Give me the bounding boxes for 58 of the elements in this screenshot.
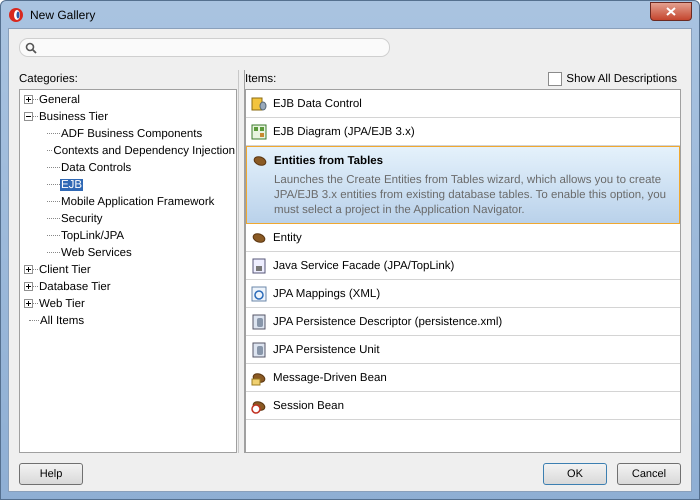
item-label: Entities from Tables <box>274 154 384 166</box>
close-icon <box>666 7 676 16</box>
tree-item[interactable]: Mobile Application Framework <box>60 196 216 208</box>
tree-item[interactable]: General <box>38 94 81 106</box>
diagram-icon <box>251 124 267 140</box>
ok-button[interactable]: OK <box>543 463 607 485</box>
categories-label: Categories: <box>19 72 78 84</box>
at-sign-icon <box>251 286 267 302</box>
expand-icon[interactable] <box>24 95 33 104</box>
gallery-item[interactable]: JPA Mappings (XML) <box>246 280 680 308</box>
tree-item[interactable]: Security <box>60 212 104 224</box>
app-logo-icon <box>8 6 24 22</box>
item-label: Entity <box>273 232 302 244</box>
tree-item[interactable]: EJB <box>60 178 84 190</box>
collapse-icon[interactable] <box>24 112 33 121</box>
gallery-item[interactable]: JPA Persistence Descriptor (persistence.xml) <box>246 308 680 336</box>
database-icon <box>251 342 267 358</box>
folder-database-icon <box>251 96 267 112</box>
tree-item[interactable]: TopLink/JPA <box>60 230 126 242</box>
database-icon <box>251 314 267 330</box>
tree-item[interactable]: Contexts and Dependency Injection <box>52 144 236 156</box>
help-button[interactable]: Help <box>19 463 83 485</box>
tree-item[interactable]: Web Services <box>60 246 133 258</box>
cup-icon <box>251 258 267 274</box>
expand-icon[interactable] <box>24 265 33 274</box>
gallery-item[interactable] <box>246 146 680 224</box>
expand-icon[interactable] <box>24 282 33 291</box>
tree-item[interactable]: Client Tier <box>38 264 92 276</box>
tree-item[interactable]: All Items <box>39 314 86 326</box>
tree-item[interactable]: Web Tier <box>38 298 86 310</box>
expand-icon[interactable] <box>24 299 33 308</box>
gallery-item[interactable]: Entity <box>246 224 680 252</box>
gallery-item[interactable]: Message-Driven Bean <box>246 364 680 392</box>
gallery-item[interactable]: Session Bean <box>246 392 680 420</box>
tree-item[interactable]: Business Tier <box>38 110 110 122</box>
search-icon <box>25 42 37 54</box>
items-label: Items: <box>245 72 276 84</box>
gallery-item[interactable]: EJB Data Control <box>246 90 680 118</box>
item-label: Java Service Facade (JPA/TopLink) <box>273 260 454 272</box>
item-label: JPA Mappings (XML) <box>273 288 380 300</box>
item-label: Session Bean <box>273 400 344 412</box>
item-label: Message-Driven Bean <box>273 372 387 384</box>
checkbox-label: Show All Descriptions <box>566 72 677 84</box>
tree-item[interactable]: ADF Business Components <box>60 128 204 140</box>
tree-item[interactable]: Database Tier <box>38 280 112 292</box>
close-button[interactable] <box>650 2 692 21</box>
item-label: EJB Data Control <box>273 98 362 110</box>
gallery-item[interactable]: JPA Persistence Unit <box>246 336 680 364</box>
window-title: New Gallery <box>30 8 96 22</box>
search-field[interactable] <box>19 38 390 57</box>
item-description: Launches the Create Entities from Tables wizard, which allows you to create JPA/EJB 3.x entities from existing database tables. To enable this option, you must select a project in the Application Navigator. <box>273 173 668 218</box>
cancel-button[interactable]: Cancel <box>617 463 681 485</box>
checkbox[interactable] <box>548 72 562 86</box>
tree-item[interactable]: Data Controls <box>60 162 132 174</box>
item-label: JPA Persistence Unit <box>273 344 380 356</box>
gallery-item[interactable]: Java Service Facade (JPA/TopLink) <box>246 252 680 280</box>
item-label: JPA Persistence Descriptor (persistence.xml) <box>273 316 502 328</box>
item-label: EJB Diagram (JPA/EJB 3.x) <box>273 126 415 138</box>
